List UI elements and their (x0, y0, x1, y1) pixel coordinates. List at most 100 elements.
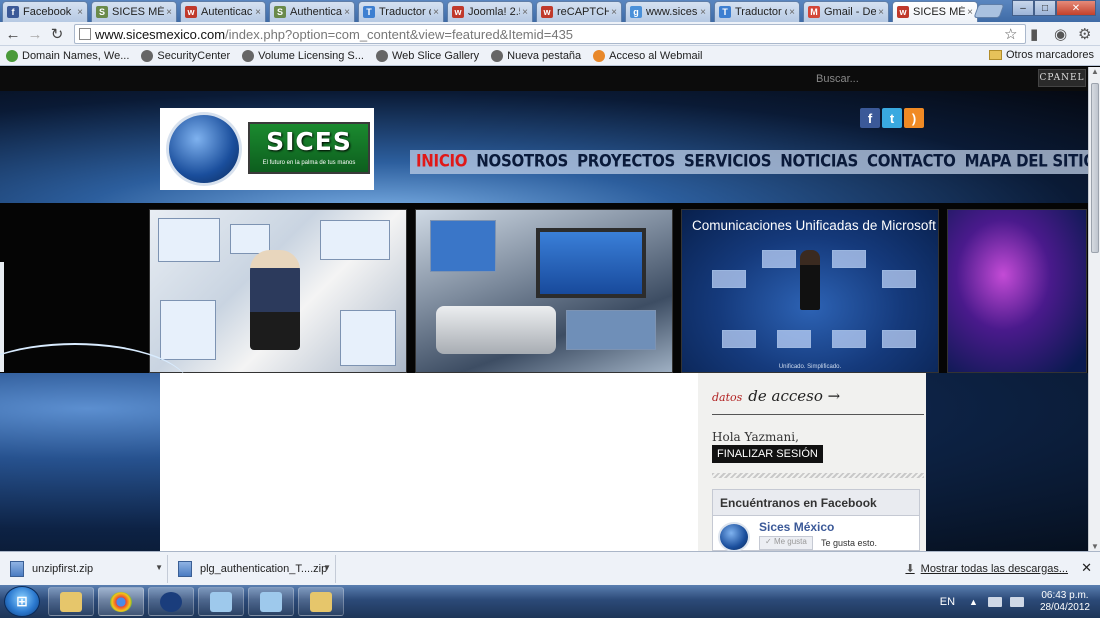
slide-hardware[interactable] (415, 209, 673, 373)
browser-tab[interactable]: w Joomla! 2.5 × (447, 1, 533, 22)
bookmark-item[interactable]: Volume Licensing S... (242, 49, 364, 62)
download-item[interactable]: unzipfirst.zip ▼ (0, 555, 168, 583)
maximize-button[interactable]: □ (1034, 0, 1056, 16)
tab-close-icon[interactable]: × (522, 7, 528, 18)
site-logo[interactable]: SICES El futuro en la palma de tus manos (160, 108, 374, 190)
chevron-down-icon[interactable]: ▼ (155, 563, 163, 572)
like-button[interactable]: ✓ Me gusta (759, 536, 813, 550)
cpanel-button[interactable]: CPANEL (1038, 69, 1086, 87)
twitter-icon[interactable]: t (882, 108, 902, 128)
show-all-downloads-link[interactable]: ⬇ Mostrar todas las descargas... (905, 562, 1068, 576)
start-button[interactable]: ⊞ (4, 586, 40, 617)
tab-close-icon[interactable]: × (789, 7, 795, 18)
tab-close-icon[interactable]: × (77, 7, 83, 18)
nav-item[interactable]: NOSOTROS (473, 148, 574, 176)
other-bookmarks[interactable]: Otros marcadores (988, 49, 1094, 61)
browser-tab[interactable]: w reCAPTCHA× (536, 1, 622, 22)
rss-icon[interactable]: ) (904, 108, 924, 128)
close-shelf-icon[interactable]: ✕ (1081, 560, 1092, 576)
tab-close-icon[interactable]: × (967, 7, 973, 18)
signal-icon[interactable]: ▮ (1030, 25, 1038, 43)
forward-icon[interactable]: → (26, 25, 44, 43)
tab-close-icon[interactable]: × (700, 7, 706, 18)
slide-circuit-board[interactable] (947, 209, 1087, 373)
bookmark-item[interactable]: Domain Names, We... (6, 49, 129, 62)
greeting-text: Hola Yazmani, (712, 430, 799, 444)
godaddy-icon (6, 49, 18, 62)
slide-unified-communications[interactable]: Comunicaciones Unificadas de Microsoft U… (681, 209, 939, 373)
nav-item[interactable]: MAPA DEL SITIO (962, 148, 1100, 176)
globe-icon (375, 49, 388, 62)
tab-label: reCAPTCHA (557, 6, 609, 18)
language-indicator[interactable]: EN (940, 596, 955, 608)
sidebar: datos de acceso → Hola Yazmani, FINALIZA… (698, 373, 926, 551)
clock-time: 06:43 p.m. (1041, 589, 1089, 601)
facebook-widget-heading: Encuéntranos en Facebook (713, 490, 919, 516)
address-bar[interactable]: www.sicesmexico.com/index.php?option=com… (74, 24, 1026, 44)
browser-tab[interactable]: w SICES MÉXI× (892, 1, 978, 22)
facebook-page-link[interactable]: Sices México (759, 520, 834, 534)
tab-close-icon[interactable]: × (878, 7, 884, 18)
chevron-down-icon[interactable]: ▼ (323, 563, 331, 572)
close-window-button[interactable]: ✕ (1056, 0, 1096, 16)
nav-item[interactable]: INICIO (413, 148, 473, 176)
app-taskbar-icon[interactable] (198, 587, 244, 616)
scroll-down-icon[interactable]: ▼ (1089, 542, 1100, 551)
show-hidden-icons[interactable]: ▲ (969, 597, 978, 607)
nav-item[interactable]: CONTACTO (864, 148, 962, 176)
clock[interactable]: 06:43 p.m. 28/04/2012 (1040, 590, 1090, 614)
extension-icon[interactable]: ◉ (1054, 25, 1067, 43)
download-arrow-icon: ⬇ (905, 563, 915, 575)
browser-tab[interactable]: S SICES MÉXI× (91, 1, 177, 22)
tab-close-icon[interactable]: × (255, 7, 261, 18)
new-tab-button[interactable] (973, 4, 1005, 18)
tab-close-icon[interactable]: × (433, 7, 439, 18)
tab-label: Autenticac (201, 6, 253, 18)
tab-close-icon[interactable]: × (611, 7, 617, 18)
bookmark-star-icon[interactable]: ☆ (1004, 25, 1017, 43)
minimize-button[interactable]: – (1012, 0, 1034, 16)
browser-tab[interactable]: M Gmail - Del × (803, 1, 889, 22)
explorer-taskbar-icon[interactable] (48, 587, 94, 616)
tab-label: Facebook (23, 6, 72, 18)
browser-tab[interactable]: g www.sicesn × (625, 1, 711, 22)
media-player-taskbar-icon[interactable] (148, 587, 194, 616)
chrome-taskbar-icon[interactable] (98, 587, 144, 616)
bookmark-item[interactable]: Nueva pestaña (491, 49, 581, 62)
tab-close-icon[interactable]: × (166, 7, 172, 18)
page-avatar[interactable] (718, 522, 750, 551)
browser-tab[interactable]: w Autenticac × (180, 1, 266, 22)
bookmark-item[interactable]: SecurityCenter (141, 49, 230, 62)
page-icon (79, 28, 91, 40)
reload-icon[interactable]: ↻ (48, 25, 66, 43)
wrench-icon[interactable]: ⚙ (1078, 25, 1091, 43)
network-icon[interactable] (987, 596, 1002, 607)
download-shelf: unzipfirst.zip ▼ plg_authentication_T...… (0, 551, 1100, 585)
slide-caption: Comunicaciones Unificadas de Microsoft (692, 218, 936, 233)
translate-favicon: T (719, 6, 731, 18)
scroll-up-icon[interactable]: ▲ (1089, 67, 1100, 76)
scroll-thumb[interactable] (1091, 83, 1099, 253)
bookmark-item[interactable]: Acceso al Webmail (593, 49, 703, 62)
slide-web-developer[interactable] (149, 209, 407, 373)
folder-taskbar-icon[interactable] (298, 587, 344, 616)
download-item[interactable]: plg_authentication_T....zip ▼ (168, 555, 336, 583)
nav-item[interactable]: PROYECTOS (574, 148, 681, 176)
browser-tab[interactable]: S Authenticat × (269, 1, 355, 22)
tab-close-icon[interactable]: × (344, 7, 350, 18)
nav-item[interactable]: SERVICIOS (681, 148, 777, 176)
logout-button[interactable]: FINALIZAR SESIÓN (712, 445, 823, 463)
download-filename: unzipfirst.zip (32, 563, 94, 575)
browser-tab[interactable]: f Facebook × (2, 1, 88, 22)
back-icon[interactable]: ← (4, 25, 22, 43)
bookmark-item[interactable]: Web Slice Gallery (375, 49, 479, 62)
tab-label: SICES MÉXI (112, 6, 165, 18)
app-taskbar-icon[interactable] (248, 587, 294, 616)
volume-icon[interactable] (1009, 596, 1024, 607)
nav-item[interactable]: NOTICIAS (777, 148, 864, 176)
vertical-scrollbar[interactable]: ▲ ▼ (1088, 67, 1100, 551)
search-input[interactable] (810, 70, 1030, 88)
facebook-icon[interactable]: f (860, 108, 880, 128)
browser-tab[interactable]: T Traductor c × (714, 1, 800, 22)
browser-tab[interactable]: T Traductor c × (358, 1, 444, 22)
